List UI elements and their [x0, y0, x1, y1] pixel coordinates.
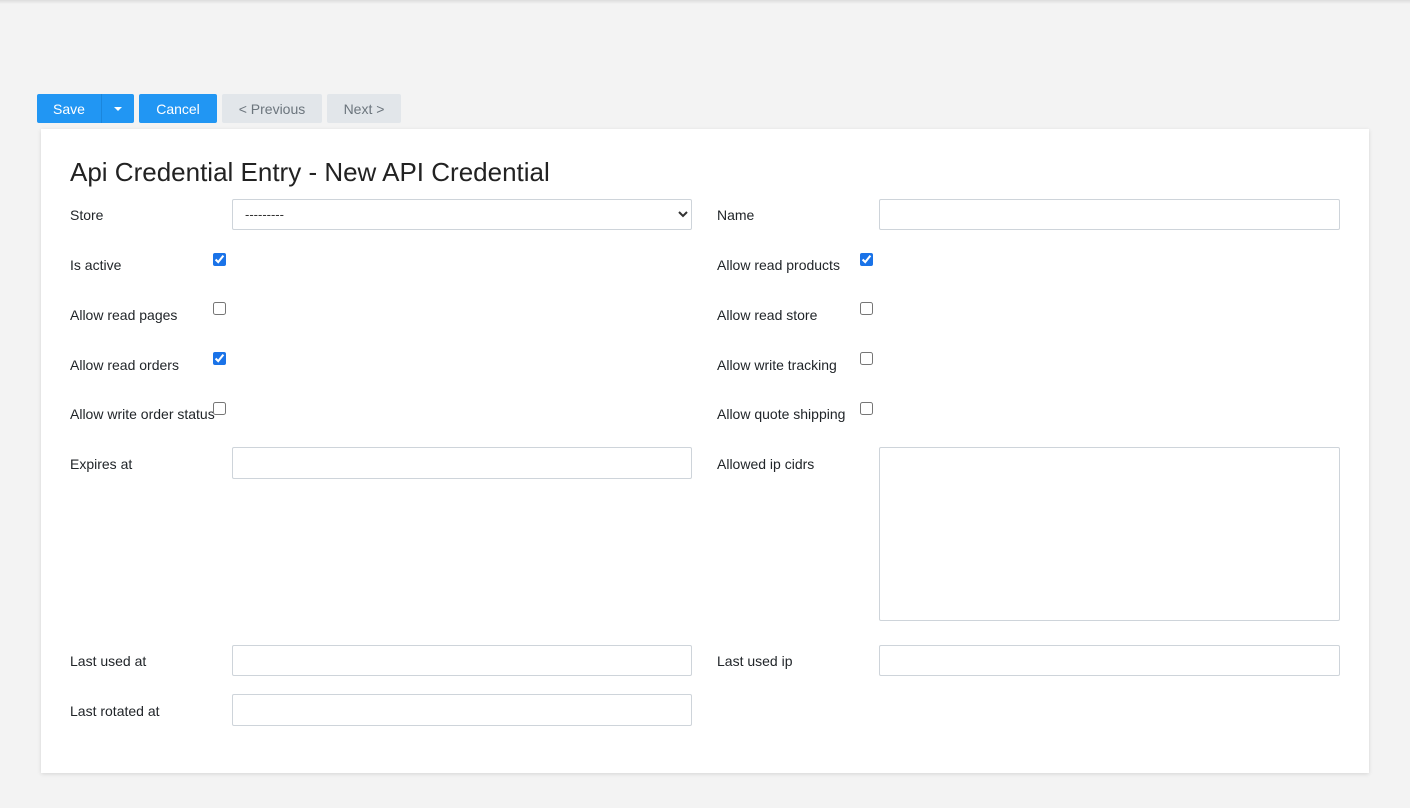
last-rotated-at-label: Last rotated at: [70, 703, 160, 719]
last-rotated-at-input[interactable]: [232, 694, 692, 726]
allow-quote-shipping-checkbox[interactable]: [860, 402, 873, 415]
save-split-button: Save: [37, 94, 134, 123]
allow-read-orders-checkbox[interactable]: [213, 352, 226, 365]
allow-read-store-label: Allow read store: [717, 307, 818, 323]
allow-read-pages-checkbox[interactable]: [213, 302, 226, 315]
expires-at-label: Expires at: [70, 456, 133, 472]
page-title: Api Credential Entry - New API Credentia…: [70, 157, 550, 187]
form-card: Api Credential Entry - New API Credentia…: [41, 129, 1369, 773]
allow-write-order-status-checkbox[interactable]: [213, 402, 226, 415]
expires-at-input[interactable]: [232, 447, 692, 479]
next-button[interactable]: Next >: [327, 94, 401, 123]
allowed-ip-cidrs-label: Allowed ip cidrs: [717, 456, 815, 472]
last-used-ip-input[interactable]: [879, 645, 1340, 676]
allow-read-products-label: Allow read products: [717, 257, 840, 273]
name-label: Name: [717, 207, 755, 223]
allow-write-tracking-label: Allow write tracking: [717, 357, 837, 373]
name-input[interactable]: [879, 199, 1340, 230]
allowed-ip-cidrs-textarea[interactable]: [879, 447, 1340, 621]
allow-read-products-checkbox[interactable]: [860, 253, 873, 266]
cancel-button[interactable]: Cancel: [139, 94, 217, 123]
allow-quote-shipping-label: Allow quote shipping: [717, 406, 846, 422]
allow-read-store-checkbox[interactable]: [860, 302, 873, 315]
allow-read-pages-label: Allow read pages: [70, 307, 178, 323]
toolbar: Save Cancel < Previous Next >: [37, 94, 401, 123]
is-active-checkbox[interactable]: [213, 253, 226, 266]
save-button[interactable]: Save: [37, 94, 101, 123]
caret-down-icon: [114, 106, 122, 111]
store-label: Store: [70, 207, 104, 223]
last-used-at-label: Last used at: [70, 653, 147, 669]
top-shadow: [0, 0, 1410, 4]
allow-read-orders-label: Allow read orders: [70, 357, 179, 373]
previous-button[interactable]: < Previous: [222, 94, 322, 123]
allow-write-order-status-label: Allow write order status: [70, 406, 215, 422]
last-used-at-input[interactable]: [232, 645, 692, 676]
allow-write-tracking-checkbox[interactable]: [860, 352, 873, 365]
save-options-button[interactable]: [101, 94, 134, 123]
store-select[interactable]: ---------: [232, 199, 692, 230]
last-used-ip-label: Last used ip: [717, 653, 793, 669]
is-active-label: Is active: [70, 257, 122, 273]
